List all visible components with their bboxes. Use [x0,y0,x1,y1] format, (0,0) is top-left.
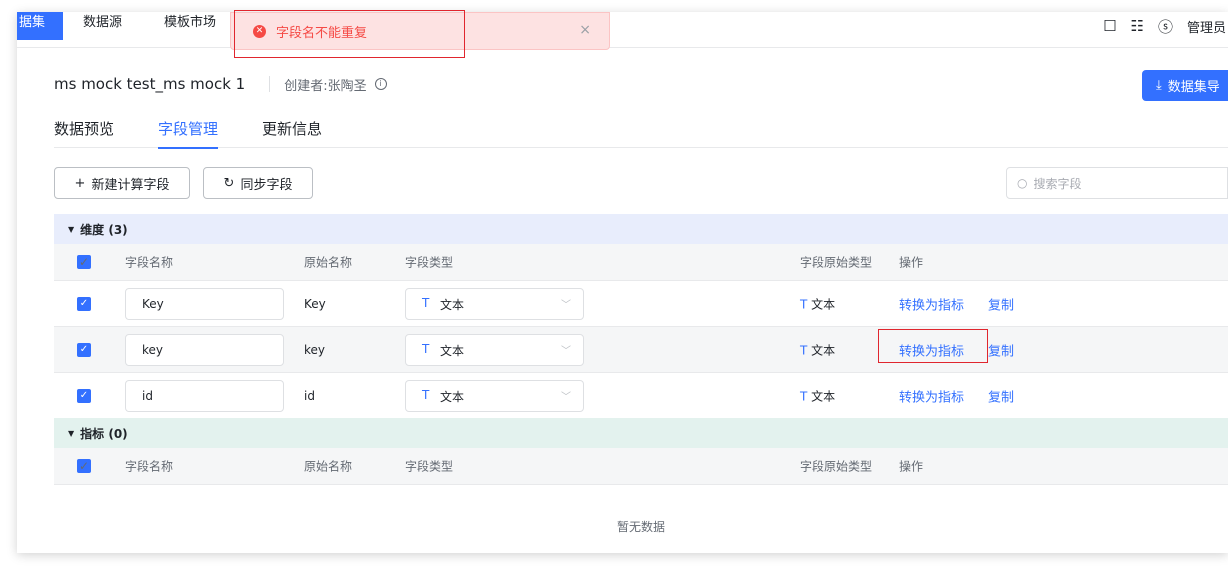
tab-bar: 数据预览 字段管理 更新信息 [54,118,1228,149]
nav-item-dataset[interactable]: 据集 [17,12,63,40]
original-type: T 文本 [800,295,835,312]
app-window: 据集 数据源 模板市场 ☐ ☷ ⓢ 管理员 ✕ 字段名不能重复 × ms moc… [17,12,1228,553]
copy-link[interactable]: 复制 [988,340,1014,359]
bell-icon[interactable]: ☐ [1103,17,1116,35]
caret-down-icon: ▼ [68,428,75,438]
caret-down-icon: ▼ [68,224,75,234]
col-actions: 操作 [899,459,924,474]
sync-fields-label: 同步字段 [240,177,293,193]
highlight-box [234,10,465,58]
admin-menu[interactable]: 管理员 [1187,17,1226,36]
field-type-value: 文本 [440,297,465,312]
row-checkbox[interactable]: ✓ [77,296,91,311]
col-field-name: 字段名称 [125,459,174,474]
export-label: 数据集导 [1167,80,1220,95]
table-row: ✓ Key Key T 文本 ﹀ T 文本 转换为指标 复制 [54,281,1228,327]
top-nav: 据集 数据源 模板市场 ☐ ☷ ⓢ 管理员 [17,12,1228,48]
convert-to-metric-link[interactable]: 转换为指标 [899,294,964,313]
download-icon: ⤓ [1156,78,1162,93]
dimension-group-label: 维度 (3) [80,222,128,237]
row-checkbox[interactable]: ✓ [77,342,91,357]
copy-link[interactable]: 复制 [988,386,1014,405]
divider [269,76,271,92]
translate-icon[interactable]: ☷ [1131,17,1144,35]
info-icon[interactable]: i [374,78,387,90]
plus-icon: + [74,175,86,191]
close-icon[interactable]: × [579,22,591,38]
text-type-icon: T [800,297,808,311]
table-row: ✓ key key T 文本 ﹀ T 文本 转换为指标 复制 [54,327,1228,373]
select-all-checkbox[interactable]: ✓ [77,255,91,269]
chevron-down-icon: ﹀ [561,391,571,403]
tab-data-preview[interactable]: 数据预览 [54,118,114,148]
original-type: T 文本 [800,341,835,358]
text-type-icon: T [422,387,430,402]
col-original-name: 原始名称 [304,459,353,474]
original-name: id [304,388,315,403]
nav-item-template-market[interactable]: 模板市场 [164,12,216,40]
field-name-input[interactable]: key [125,333,284,366]
original-type-value: 文本 [811,389,836,403]
tab-update-info[interactable]: 更新信息 [262,118,322,148]
search-input[interactable]: ○ 搜索字段 [1006,167,1228,199]
col-field-type: 字段类型 [405,459,454,474]
creator-label: 创建者:张陶圣 [284,78,367,94]
field-type-value: 文本 [440,343,465,358]
sync-fields-button[interactable]: ↻ 同步字段 [203,167,313,199]
col-actions: 操作 [899,255,924,270]
dimension-group-header[interactable]: ▼ 维度 (3) [54,214,1228,244]
field-name-input[interactable]: Key [125,287,284,320]
highlight-box [878,329,988,363]
empty-state: 暂无数据 [54,497,1228,553]
original-name: key [304,342,326,357]
original-type-value: 文本 [811,343,836,357]
new-calc-field-label: 新建计算字段 [91,177,170,193]
field-type-select[interactable]: T 文本 ﹀ [405,379,584,412]
field-type-select[interactable]: T 文本 ﹀ [405,333,584,366]
row-checkbox[interactable]: ✓ [77,388,91,403]
copy-link[interactable]: 复制 [988,294,1014,313]
field-type-select[interactable]: T 文本 ﹀ [405,287,584,320]
nav-item-datasource[interactable]: 数据源 [83,12,122,40]
search-placeholder: 搜索字段 [1033,176,1082,191]
col-original-type: 字段原始类型 [800,255,873,270]
help-icon[interactable]: ⓢ [1158,16,1173,37]
col-field-type: 字段类型 [405,255,454,270]
chevron-down-icon: ﹀ [561,299,571,311]
tab-field-management[interactable]: 字段管理 [158,118,219,149]
select-all-checkbox[interactable]: ✓ [77,459,91,473]
col-field-name: 字段名称 [125,255,174,270]
metric-group-label: 指标 (0) [80,426,128,441]
text-type-icon: T [800,389,808,403]
chevron-down-icon: ﹀ [561,345,571,357]
col-original-type: 字段原始类型 [800,459,873,474]
export-dataset-button[interactable]: ⤓ 数据集导 [1142,70,1228,101]
original-type-value: 文本 [811,297,836,311]
dataset-title: ms mock test_ms mock 1 [54,75,246,93]
text-type-icon: T [422,341,430,356]
col-original-name: 原始名称 [304,255,353,270]
text-type-icon: T [422,295,430,310]
convert-to-metric-link[interactable]: 转换为指标 [899,386,964,405]
nav-right-tools: ☐ ☷ ⓢ 管理员 [1103,12,1228,40]
new-calc-field-button[interactable]: + 新建计算字段 [54,167,190,199]
original-type: T 文本 [800,387,835,404]
metric-group-header[interactable]: ▼ 指标 (0) [54,418,1228,448]
search-icon: ○ [1017,176,1028,190]
table-header: ✓ 字段名称 原始名称 字段类型 字段原始类型 操作 [54,448,1228,485]
field-type-value: 文本 [440,389,465,404]
text-type-icon: T [800,343,808,357]
field-name-input[interactable]: id [125,379,284,412]
table-header: ✓ 字段名称 原始名称 字段类型 字段原始类型 操作 [54,244,1228,281]
original-name: Key [304,296,326,311]
dataset-header: ms mock test_ms mock 1 创建者:张陶圣 i [54,74,387,94]
refresh-icon: ↻ [223,175,235,191]
table-row: ✓ id id T 文本 ﹀ T 文本 转换为指标 复制 [54,373,1228,419]
